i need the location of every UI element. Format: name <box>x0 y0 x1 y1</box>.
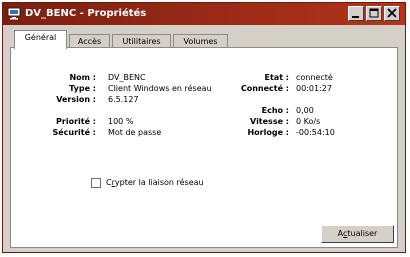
type-value: Client Windows en réseau <box>108 84 212 93</box>
minimize-button[interactable] <box>348 6 364 21</box>
crypt-link-checkbox[interactable] <box>91 178 101 188</box>
version-label: Version : <box>56 95 96 104</box>
echo-value: 0,00 <box>296 106 314 115</box>
computer-icon <box>7 7 21 20</box>
clock-label: Horloge : <box>247 128 289 137</box>
title-bar[interactable]: DV_BENC - Propriétés <box>3 3 405 25</box>
priority-label: Priorité : <box>56 117 96 126</box>
maximize-icon <box>369 8 379 18</box>
tab-general[interactable]: Général <box>14 30 67 49</box>
crypt-label-rest: ypter la liaison réseau <box>114 178 204 187</box>
speed-value: 0 Ko/s <box>296 117 321 126</box>
update-label-rest: tualiser <box>347 229 378 238</box>
close-icon <box>387 8 397 18</box>
close-button[interactable] <box>384 6 400 21</box>
state-label: Etat : <box>264 73 290 82</box>
clock-value: -00:54:10 <box>296 128 335 137</box>
security-label: Sécurité : <box>52 128 96 137</box>
name-label: Nom : <box>69 73 96 82</box>
state-value: connecté <box>296 73 333 82</box>
minimize-icon <box>352 16 359 18</box>
priority-value: 100 % <box>108 117 134 126</box>
update-button[interactable]: Actualiser <box>321 225 394 243</box>
maximize-button[interactable] <box>366 6 382 21</box>
connected-value: 00:01:27 <box>296 84 332 93</box>
version-value: 6.5.127 <box>108 95 139 104</box>
connected-label: Connecté : <box>240 84 289 93</box>
speed-label: Vitesse : <box>250 117 289 126</box>
security-value: Mot de passe <box>108 128 162 137</box>
echo-label: Echo : <box>261 106 289 115</box>
name-value: DV_BENC <box>108 73 146 82</box>
window-title: DV_BENC - Propriétés <box>25 8 147 19</box>
crypt-link-label[interactable]: Crypter la liaison réseau <box>106 178 204 188</box>
type-label: Type : <box>69 84 96 93</box>
